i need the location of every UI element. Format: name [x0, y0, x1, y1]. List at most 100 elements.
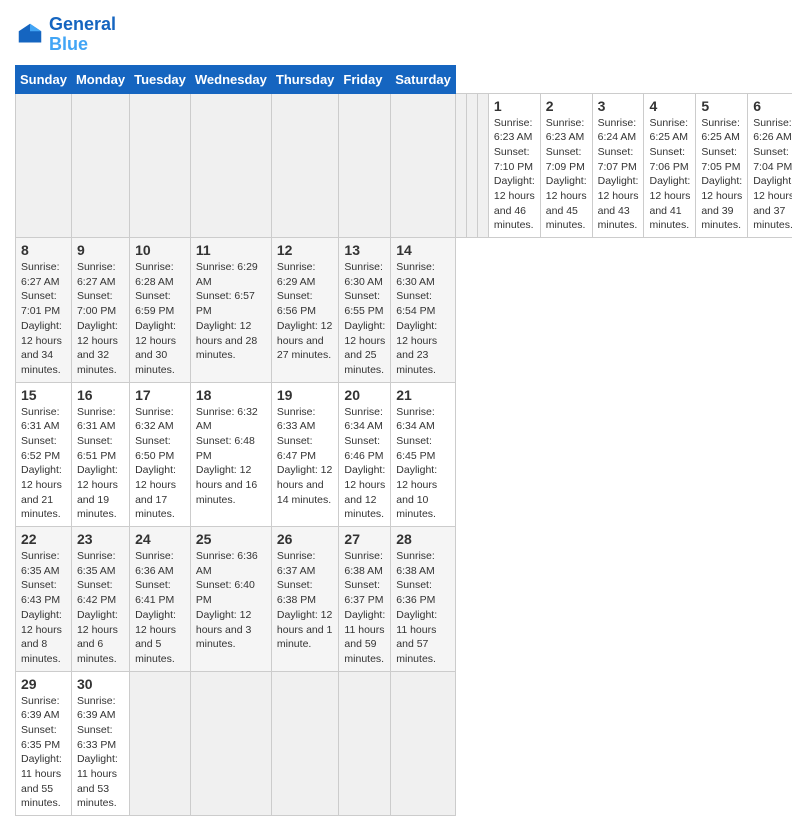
day-number: 30: [77, 676, 124, 692]
header-cell-monday: Monday: [71, 65, 129, 93]
calendar-cell: [130, 93, 191, 238]
calendar-cell: 23 Sunrise: 6:35 AM Sunset: 6:42 PM Dayl…: [71, 527, 129, 672]
calendar-cell: [16, 93, 72, 238]
day-number: 9: [77, 242, 124, 258]
header-cell-friday: Friday: [339, 65, 391, 93]
calendar-cell: [271, 671, 339, 816]
day-number: 8: [21, 242, 66, 258]
calendar-cell: 6 Sunrise: 6:26 AM Sunset: 7:04 PM Dayli…: [748, 93, 792, 238]
day-number: 3: [598, 98, 639, 114]
day-info: Sunrise: 6:23 AM Sunset: 7:10 PM Dayligh…: [494, 116, 535, 234]
day-info: Sunrise: 6:34 AM Sunset: 6:45 PM Dayligh…: [396, 405, 450, 523]
calendar-cell: 14 Sunrise: 6:30 AM Sunset: 6:54 PM Dayl…: [391, 238, 456, 383]
day-number: 13: [344, 242, 385, 258]
day-number: 20: [344, 387, 385, 403]
calendar-cell: 11 Sunrise: 6:29 AM Sunset: 6:57 PM Dayl…: [190, 238, 271, 383]
calendar-cell: 13 Sunrise: 6:30 AM Sunset: 6:55 PM Dayl…: [339, 238, 391, 383]
calendar-cell: [130, 671, 191, 816]
day-number: 12: [277, 242, 334, 258]
logo-icon: [15, 20, 45, 50]
calendar-cell: 28 Sunrise: 6:38 AM Sunset: 6:36 PM Dayl…: [391, 527, 456, 672]
calendar-cell: 26 Sunrise: 6:37 AM Sunset: 6:38 PM Dayl…: [271, 527, 339, 672]
day-info: Sunrise: 6:29 AM Sunset: 6:57 PM Dayligh…: [196, 260, 266, 363]
day-info: Sunrise: 6:31 AM Sunset: 6:51 PM Dayligh…: [77, 405, 124, 523]
calendar-cell: [455, 93, 466, 238]
calendar-cell: [466, 93, 477, 238]
calendar-cell: 9 Sunrise: 6:27 AM Sunset: 7:00 PM Dayli…: [71, 238, 129, 383]
day-number: 4: [649, 98, 690, 114]
day-info: Sunrise: 6:34 AM Sunset: 6:46 PM Dayligh…: [344, 405, 385, 523]
header-row: SundayMondayTuesdayWednesdayThursdayFrid…: [16, 65, 792, 93]
calendar-cell: [391, 671, 456, 816]
calendar-week-row: 8 Sunrise: 6:27 AM Sunset: 7:01 PM Dayli…: [16, 238, 792, 383]
day-number: 26: [277, 531, 334, 547]
calendar-cell: 15 Sunrise: 6:31 AM Sunset: 6:52 PM Dayl…: [16, 382, 72, 527]
day-info: Sunrise: 6:39 AM Sunset: 6:33 PM Dayligh…: [77, 694, 124, 812]
calendar-cell: 20 Sunrise: 6:34 AM Sunset: 6:46 PM Dayl…: [339, 382, 391, 527]
day-number: 17: [135, 387, 185, 403]
calendar-cell: [71, 93, 129, 238]
calendar-cell: 19 Sunrise: 6:33 AM Sunset: 6:47 PM Dayl…: [271, 382, 339, 527]
day-info: Sunrise: 6:32 AM Sunset: 6:48 PM Dayligh…: [196, 405, 266, 508]
day-info: Sunrise: 6:30 AM Sunset: 6:55 PM Dayligh…: [344, 260, 385, 378]
day-number: 27: [344, 531, 385, 547]
day-info: Sunrise: 6:32 AM Sunset: 6:50 PM Dayligh…: [135, 405, 185, 523]
calendar-cell: [271, 93, 339, 238]
calendar-cell: 22 Sunrise: 6:35 AM Sunset: 6:43 PM Dayl…: [16, 527, 72, 672]
day-number: 5: [701, 98, 742, 114]
calendar-cell: 21 Sunrise: 6:34 AM Sunset: 6:45 PM Dayl…: [391, 382, 456, 527]
day-info: Sunrise: 6:33 AM Sunset: 6:47 PM Dayligh…: [277, 405, 334, 508]
day-info: Sunrise: 6:24 AM Sunset: 7:07 PM Dayligh…: [598, 116, 639, 234]
header-cell-sunday: Sunday: [16, 65, 72, 93]
calendar-cell: 27 Sunrise: 6:38 AM Sunset: 6:37 PM Dayl…: [339, 527, 391, 672]
header-cell-wednesday: Wednesday: [190, 65, 271, 93]
calendar-cell: 12 Sunrise: 6:29 AM Sunset: 6:56 PM Dayl…: [271, 238, 339, 383]
day-info: Sunrise: 6:26 AM Sunset: 7:04 PM Dayligh…: [753, 116, 792, 234]
day-info: Sunrise: 6:29 AM Sunset: 6:56 PM Dayligh…: [277, 260, 334, 363]
day-info: Sunrise: 6:30 AM Sunset: 6:54 PM Dayligh…: [396, 260, 450, 378]
day-number: 11: [196, 242, 266, 258]
calendar-cell: [477, 93, 488, 238]
calendar-cell: [339, 93, 391, 238]
day-number: 22: [21, 531, 66, 547]
calendar-cell: 25 Sunrise: 6:36 AM Sunset: 6:40 PM Dayl…: [190, 527, 271, 672]
calendar-cell: 4 Sunrise: 6:25 AM Sunset: 7:06 PM Dayli…: [644, 93, 696, 238]
logo: General Blue: [15, 15, 116, 55]
day-number: 21: [396, 387, 450, 403]
calendar-cell: 18 Sunrise: 6:32 AM Sunset: 6:48 PM Dayl…: [190, 382, 271, 527]
day-number: 25: [196, 531, 266, 547]
day-number: 2: [546, 98, 587, 114]
calendar-cell: [190, 93, 271, 238]
header-cell-tuesday: Tuesday: [130, 65, 191, 93]
day-number: 6: [753, 98, 792, 114]
day-info: Sunrise: 6:25 AM Sunset: 7:05 PM Dayligh…: [701, 116, 742, 234]
calendar-week-row: 22 Sunrise: 6:35 AM Sunset: 6:43 PM Dayl…: [16, 527, 792, 672]
day-number: 15: [21, 387, 66, 403]
calendar-week-row: 15 Sunrise: 6:31 AM Sunset: 6:52 PM Dayl…: [16, 382, 792, 527]
calendar-week-row: 1 Sunrise: 6:23 AM Sunset: 7:10 PM Dayli…: [16, 93, 792, 238]
calendar-cell: 2 Sunrise: 6:23 AM Sunset: 7:09 PM Dayli…: [540, 93, 592, 238]
calendar-table: SundayMondayTuesdayWednesdayThursdayFrid…: [15, 65, 792, 817]
calendar-cell: [391, 93, 456, 238]
calendar-header: SundayMondayTuesdayWednesdayThursdayFrid…: [16, 65, 792, 93]
calendar-cell: 10 Sunrise: 6:28 AM Sunset: 6:59 PM Dayl…: [130, 238, 191, 383]
day-number: 18: [196, 387, 266, 403]
header-cell-thursday: Thursday: [271, 65, 339, 93]
day-info: Sunrise: 6:39 AM Sunset: 6:35 PM Dayligh…: [21, 694, 66, 812]
day-info: Sunrise: 6:38 AM Sunset: 6:36 PM Dayligh…: [396, 549, 450, 667]
day-number: 19: [277, 387, 334, 403]
calendar-cell: 16 Sunrise: 6:31 AM Sunset: 6:51 PM Dayl…: [71, 382, 129, 527]
calendar-cell: 8 Sunrise: 6:27 AM Sunset: 7:01 PM Dayli…: [16, 238, 72, 383]
calendar-cell: 29 Sunrise: 6:39 AM Sunset: 6:35 PM Dayl…: [16, 671, 72, 816]
day-info: Sunrise: 6:38 AM Sunset: 6:37 PM Dayligh…: [344, 549, 385, 667]
day-info: Sunrise: 6:27 AM Sunset: 7:00 PM Dayligh…: [77, 260, 124, 378]
day-number: 10: [135, 242, 185, 258]
day-info: Sunrise: 6:25 AM Sunset: 7:06 PM Dayligh…: [649, 116, 690, 234]
calendar-cell: 5 Sunrise: 6:25 AM Sunset: 7:05 PM Dayli…: [696, 93, 748, 238]
day-number: 1: [494, 98, 535, 114]
page-header: General Blue: [15, 15, 777, 55]
day-info: Sunrise: 6:23 AM Sunset: 7:09 PM Dayligh…: [546, 116, 587, 234]
calendar-body: 1 Sunrise: 6:23 AM Sunset: 7:10 PM Dayli…: [16, 93, 792, 816]
day-info: Sunrise: 6:37 AM Sunset: 6:38 PM Dayligh…: [277, 549, 334, 652]
day-number: 14: [396, 242, 450, 258]
